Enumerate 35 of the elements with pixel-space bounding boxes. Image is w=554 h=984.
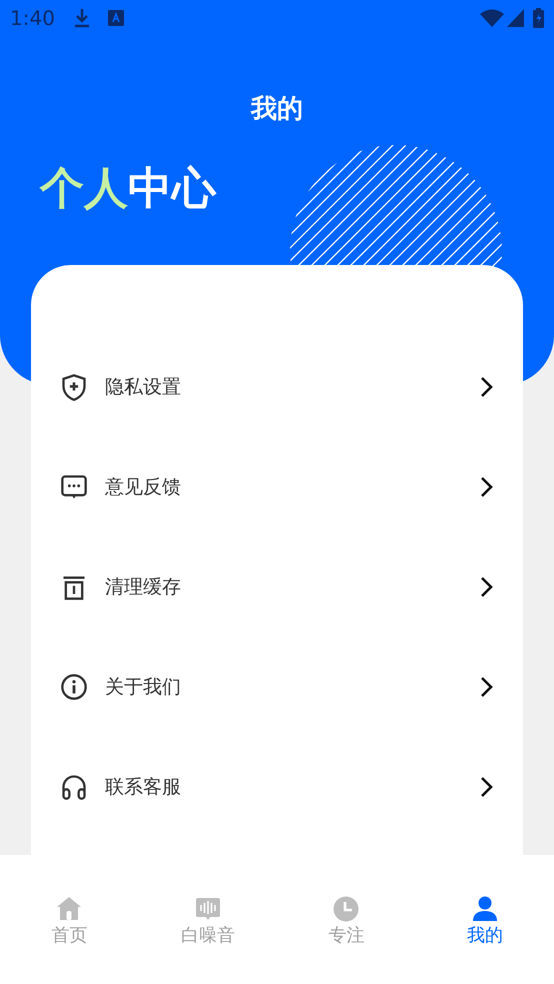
menu-item[interactable]: 意见反馈 [31,437,523,537]
tab-item[interactable]: 我的 [416,895,554,948]
menu-label: 隐私设置 [105,374,182,400]
chevron-icon [479,776,493,798]
menu-item[interactable]: 清理缓存 [31,537,523,637]
chevron-icon [479,676,493,698]
heading-text: 中心 [128,167,216,211]
menu-label: 清理缓存 [105,574,182,600]
menu-label: 意见反馈 [105,474,182,500]
wifi-icon [480,9,504,27]
info-icon [60,673,88,701]
tab-label: 白噪音 [180,924,235,948]
clock-icon [332,895,360,923]
menu-item[interactable]: 联系客服 [31,737,523,837]
person-icon [470,895,499,923]
shield-icon [60,373,88,401]
heading-text: 个人 [40,167,128,211]
battery-icon [533,8,544,28]
signal-icon [507,9,524,27]
headset-icon [60,773,88,801]
chevron-icon [479,476,493,498]
menu-item[interactable]: 隐私设置 [31,337,523,437]
status-time: 1:40 [10,5,55,32]
tab-label: 专注 [328,924,364,948]
home-icon [55,895,84,923]
tab-label: 首页 [51,924,88,948]
chevron-icon [479,376,493,398]
menu-label: 关于我们 [105,674,182,700]
download-icon [72,8,91,28]
page-title: 我的 [251,93,303,126]
chevron-icon [479,576,493,598]
chat-icon [60,473,88,501]
menu-item[interactable]: 关于我们 [31,637,523,737]
menu-label: 联系客服 [105,774,182,800]
tab-label: 我的 [466,924,503,948]
